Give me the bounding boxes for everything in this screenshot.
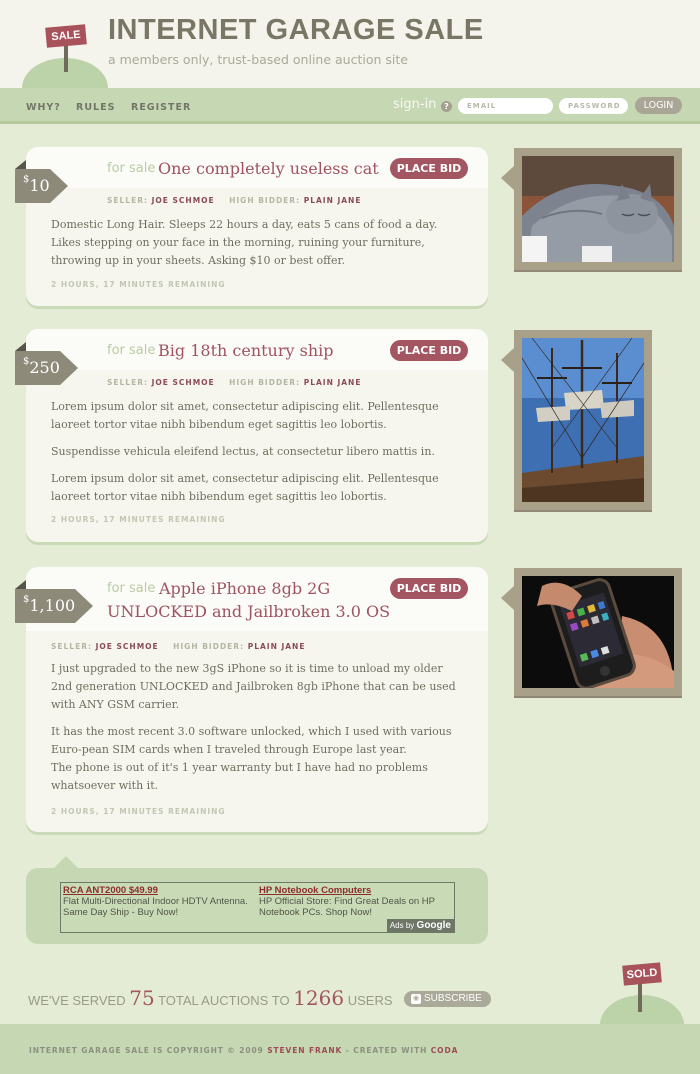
bidder-link[interactable]: PLAIN JANE bbox=[304, 196, 362, 205]
time-remaining: 2 HOURS, 17 MINUTES REMAINING bbox=[51, 807, 226, 816]
created-with-label: - CREATED WITH bbox=[345, 1046, 428, 1055]
site-tagline: a members only, trust-based online aucti… bbox=[108, 52, 408, 67]
place-bid-button[interactable]: PLACE BID bbox=[390, 578, 468, 599]
ad-item[interactable]: RCA ANT2000 $49.99 Flat Multi-Directiona… bbox=[63, 885, 253, 918]
subscribe-button[interactable]: ◉ SUBSCRIBE bbox=[404, 991, 491, 1007]
site-footer: INTERNET GARAGE SALE IS COPYRIGHT © 2009… bbox=[0, 1024, 700, 1074]
listing-meta: SELLER: JOE SCHMOE HIGH BIDDER: PLAIN JA… bbox=[107, 378, 361, 387]
ship-photo bbox=[522, 338, 644, 502]
description-paragraph: Lorem ipsum dolor sit amet, consectetur … bbox=[51, 400, 439, 431]
description-paragraph: Suspendisse vehicula eleifend lectus, at… bbox=[51, 445, 435, 458]
currency-symbol: $ bbox=[23, 356, 30, 367]
rss-icon: ◉ bbox=[411, 994, 421, 1004]
bidder-label: HIGH BIDDER: bbox=[173, 642, 245, 651]
description-paragraph: The phone is out of it's 1 year warranty… bbox=[51, 761, 428, 792]
seller-label: SELLER: bbox=[51, 642, 92, 651]
price-value: 1,100 bbox=[29, 596, 76, 615]
listing-title[interactable]: Big 18th century ship bbox=[158, 341, 334, 360]
bidder-link[interactable]: PLAIN JANE bbox=[304, 378, 362, 387]
ad-title-link[interactable]: HP Notebook Computers bbox=[259, 885, 449, 896]
ads-by-label: Ads by bbox=[389, 921, 415, 930]
author-link[interactable]: STEVEN FRANK bbox=[267, 1046, 342, 1055]
description-paragraph: It has the most recent 3.0 software unlo… bbox=[51, 725, 452, 756]
site-title[interactable]: INTERNET GARAGE SALE bbox=[108, 14, 484, 47]
listing-meta: SELLER: JOE SCHMOE HIGH BIDDER: PLAIN JA… bbox=[51, 642, 305, 651]
price-tag: $1,100 bbox=[15, 580, 94, 623]
auction-count: 75 bbox=[129, 986, 155, 1010]
ad-title-link[interactable]: RCA ANT2000 $49.99 bbox=[63, 885, 253, 896]
listing-description: Domestic Long Hair. Sleeps 22 hours a da… bbox=[51, 216, 461, 270]
status-label: for sale bbox=[107, 343, 156, 358]
description-paragraph: Lorem ipsum dolor sit amet, consectetur … bbox=[51, 472, 439, 503]
ads-by-google-badge[interactable]: Ads by Google bbox=[386, 919, 454, 932]
sign-post bbox=[638, 980, 642, 1012]
phone-photo bbox=[522, 576, 674, 688]
stats-suffix: USERS bbox=[347, 993, 393, 1008]
place-bid-button[interactable]: PLACE BID bbox=[390, 158, 468, 179]
status-label: for sale bbox=[107, 161, 156, 176]
listing-card: $10 for sale One completely useless cat … bbox=[15, 147, 488, 306]
site-header: SALE INTERNET GARAGE SALE a members only… bbox=[0, 0, 700, 118]
help-icon[interactable]: ? bbox=[441, 101, 452, 112]
listing-description: I just upgraded to the new 3gS iPhone so… bbox=[51, 660, 461, 795]
currency-symbol: $ bbox=[23, 594, 30, 605]
ad-section: RCA ANT2000 $49.99 Flat Multi-Directiona… bbox=[26, 856, 488, 944]
login-button[interactable]: LOGIN bbox=[635, 97, 682, 114]
copyright-text: INTERNET GARAGE SALE IS COPYRIGHT © 2009… bbox=[29, 1046, 458, 1055]
listing-card: $250 for sale Big 18th century ship PLAC… bbox=[15, 329, 488, 542]
status-label: for sale bbox=[107, 581, 156, 596]
price-tag: $10 bbox=[15, 160, 68, 203]
password-input[interactable] bbox=[559, 98, 628, 114]
copyright-label: INTERNET GARAGE SALE IS COPYRIGHT © 2009 bbox=[29, 1046, 264, 1055]
listing-header bbox=[26, 567, 488, 631]
description-paragraph: Domestic Long Hair. Sleeps 22 hours a da… bbox=[51, 218, 438, 267]
sold-sign: SOLD bbox=[622, 962, 662, 986]
nav-link-register[interactable]: REGISTER bbox=[131, 102, 191, 113]
listing-description: Lorem ipsum dolor sit amet, consectetur … bbox=[51, 398, 461, 506]
time-remaining: 2 HOURS, 17 MINUTES REMAINING bbox=[51, 515, 226, 524]
seller-link[interactable]: JOE SCHMOE bbox=[152, 196, 215, 205]
ad-item[interactable]: HP Notebook Computers HP Official Store:… bbox=[259, 885, 449, 918]
price-tag: $250 bbox=[15, 342, 78, 385]
sale-sign-logo: SALE bbox=[45, 24, 87, 48]
subscribe-label: SUBSCRIBE bbox=[424, 993, 482, 1004]
bidder-label: HIGH BIDDER: bbox=[229, 196, 301, 205]
site-stats: WE'VE SERVED 75 TOTAL AUCTIONS TO 1266 U… bbox=[28, 986, 393, 1010]
nav-bar: WHY? RULES REGISTER sign-in ? LOGIN bbox=[0, 88, 700, 124]
ad-unit: RCA ANT2000 $49.99 Flat Multi-Directiona… bbox=[60, 882, 455, 933]
stats-prefix: WE'VE SERVED bbox=[28, 993, 126, 1008]
nav-link-rules[interactable]: RULES bbox=[76, 102, 115, 113]
stats-middle: TOTAL AUCTIONS TO bbox=[158, 993, 290, 1008]
nav-link-why[interactable]: WHY? bbox=[26, 102, 61, 113]
listing-photo-frame[interactable] bbox=[501, 148, 682, 270]
email-input[interactable] bbox=[458, 98, 553, 114]
seller-label: SELLER: bbox=[107, 196, 148, 205]
price-value: 10 bbox=[29, 176, 50, 195]
currency-symbol: $ bbox=[23, 174, 30, 185]
google-logo: Google bbox=[416, 920, 451, 931]
listing-meta: SELLER: JOE SCHMOE HIGH BIDDER: PLAIN JA… bbox=[107, 196, 361, 205]
ad-text: Flat Multi-Directional Indoor HDTV Anten… bbox=[63, 896, 248, 918]
seller-link[interactable]: JOE SCHMOE bbox=[152, 378, 215, 387]
time-remaining: 2 HOURS, 17 MINUTES REMAINING bbox=[51, 280, 226, 289]
bidder-link[interactable]: PLAIN JANE bbox=[248, 642, 306, 651]
seller-label: SELLER: bbox=[107, 378, 148, 387]
listing-photo-frame[interactable] bbox=[501, 568, 682, 696]
cat-photo bbox=[522, 156, 674, 262]
listing-title[interactable]: UNLOCKED and Jailbroken 3.0 OS bbox=[107, 602, 390, 621]
listing-card: $1,100 for sale Apple iPhone 8gb 2G UNLO… bbox=[15, 567, 488, 832]
price-value: 250 bbox=[29, 358, 60, 377]
seller-link[interactable]: JOE SCHMOE bbox=[96, 642, 159, 651]
signin-label: sign-in bbox=[393, 97, 437, 112]
bidder-label: HIGH BIDDER: bbox=[229, 378, 301, 387]
description-paragraph: I just upgraded to the new 3gS iPhone so… bbox=[51, 662, 456, 711]
ad-text: HP Official Store: Find Great Deals on H… bbox=[259, 896, 435, 918]
user-count: 1266 bbox=[293, 986, 345, 1010]
place-bid-button[interactable]: PLACE BID bbox=[390, 340, 468, 361]
tool-link[interactable]: CODA bbox=[431, 1046, 459, 1055]
listing-title[interactable]: Apple iPhone 8gb 2G bbox=[159, 579, 330, 598]
listing-photo-frame[interactable] bbox=[501, 330, 652, 510]
listing-title[interactable]: One completely useless cat bbox=[158, 159, 379, 178]
